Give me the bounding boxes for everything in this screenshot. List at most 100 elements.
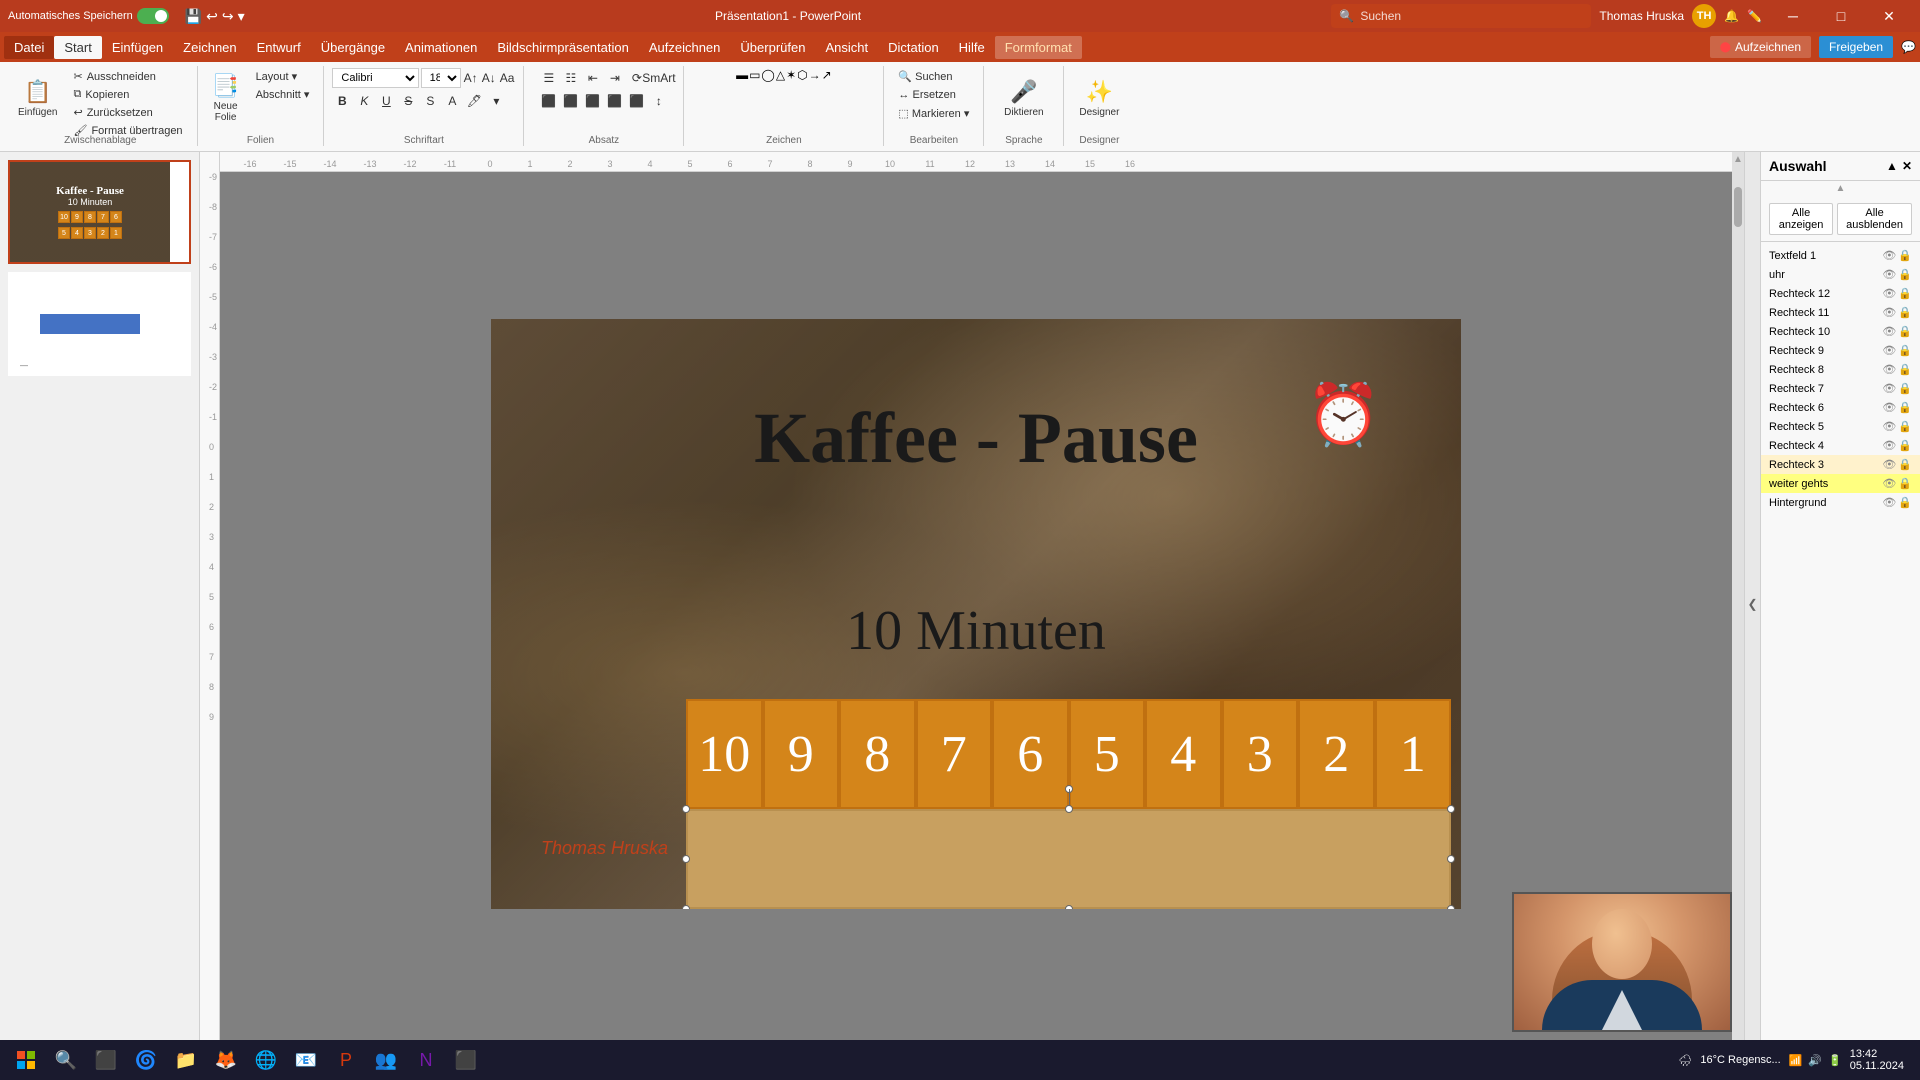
slide-subtitle[interactable]: 10 Minuten	[531, 599, 1421, 663]
visibility-icon-rechteck4[interactable]: 👁	[1882, 439, 1896, 452]
visibility-icon-rechteck5[interactable]: 👁	[1882, 420, 1896, 433]
reset-button[interactable]: ↩ Zurücksetzen	[67, 104, 188, 121]
cut-button[interactable]: ✂ Ausschneiden	[67, 68, 188, 85]
layer-item-rechteck7[interactable]: Rechteck 7 👁 🔒	[1761, 379, 1920, 398]
handle-tl[interactable]	[682, 805, 690, 813]
menu-animationen[interactable]: Animationen	[395, 36, 487, 59]
visibility-icon-rechteck12[interactable]: 👁	[1882, 287, 1896, 300]
shape-icon[interactable]: ⬡	[797, 68, 807, 82]
layer-item-rechteck8[interactable]: Rechteck 8 👁 🔒	[1761, 360, 1920, 379]
align-left-button[interactable]: ⬛	[539, 91, 559, 111]
menu-ueberpruefen[interactable]: Überprüfen	[730, 36, 815, 59]
lock-icon-hintergrund[interactable]: 🔒	[1898, 496, 1912, 509]
lock-icon-rechteck4[interactable]: 🔒	[1898, 439, 1912, 452]
visibility-icon-rechteck7[interactable]: 👁	[1882, 382, 1896, 395]
timer-grid[interactable]: 10 9 8 7 6 5 4 3 2 1	[686, 699, 1451, 909]
menu-dictation[interactable]: Dictation	[878, 36, 949, 59]
shape-icon[interactable]: ▭	[749, 68, 760, 82]
pen-icon[interactable]: ✏️	[1747, 9, 1762, 23]
show-all-button[interactable]: Alle anzeigen	[1769, 203, 1833, 235]
layer-item-rechteck9[interactable]: Rechteck 9 👁 🔒	[1761, 341, 1920, 360]
convert-smartart-button[interactable]: SmArt	[649, 68, 669, 88]
layer-item-rechteck12[interactable]: Rechteck 12 👁 🔒	[1761, 284, 1920, 303]
visibility-icon-rechteck3[interactable]: 👁	[1882, 458, 1896, 471]
line-spacing-button[interactable]: ↕	[649, 91, 669, 111]
scroll-thumb[interactable]	[1734, 187, 1742, 227]
menu-hilfe[interactable]: Hilfe	[949, 36, 995, 59]
strikethrough-button[interactable]: S	[398, 91, 418, 111]
redo-icon[interactable]: ↪	[222, 8, 234, 25]
lock-icon-uhr[interactable]: 🔒	[1898, 268, 1912, 281]
font-size-select[interactable]: 18	[421, 68, 461, 88]
columns-button[interactable]: ⬛	[627, 91, 647, 111]
layer-item-rechteck5[interactable]: Rechteck 5 👁 🔒	[1761, 417, 1920, 436]
layer-item-hintergrund[interactable]: Hintergrund 👁 🔒	[1761, 493, 1920, 512]
slide-thumbnail-1[interactable]: Kaffee - Pause 10 Minuten 10 9 8 7 6 5 4…	[8, 160, 191, 264]
autosave-toggle[interactable]	[137, 8, 169, 24]
minimize-button[interactable]: ─	[1770, 0, 1816, 32]
underline-button[interactable]: U	[376, 91, 396, 111]
teams-button[interactable]: 👥	[368, 1042, 404, 1078]
network-icon[interactable]: 📶	[1789, 1054, 1803, 1067]
maximize-button[interactable]: □	[1818, 0, 1864, 32]
outlook-button[interactable]: 📧	[288, 1042, 324, 1078]
lock-icon-weitergts[interactable]: 🔒	[1898, 477, 1912, 490]
copy-button[interactable]: ⧉ Kopieren	[67, 86, 188, 103]
chrome-button[interactable]: 🌐	[248, 1042, 284, 1078]
aufzeichnen-button[interactable]: ⬤ Aufzeichnen	[1710, 36, 1811, 58]
undo-icon[interactable]: ↩	[206, 8, 218, 25]
timer-cell-7[interactable]: 7	[916, 699, 993, 809]
align-right-button[interactable]: ⬛	[583, 91, 603, 111]
shadow-button[interactable]: S	[420, 91, 440, 111]
visibility-icon-rechteck9[interactable]: 👁	[1882, 344, 1896, 357]
diktieren-button[interactable]: 🎤 Diktieren	[998, 68, 1049, 128]
layer-item-rechteck4[interactable]: Rechteck 4 👁 🔒	[1761, 436, 1920, 455]
comments-icon[interactable]: 💬	[1901, 40, 1916, 54]
lock-icon-rechteck8[interactable]: 🔒	[1898, 363, 1912, 376]
highlight-button[interactable]: 🖊	[464, 91, 484, 111]
powerpoint-button[interactable]: P	[328, 1042, 364, 1078]
menu-bildschirm[interactable]: Bildschirmpräsentation	[487, 36, 639, 59]
edge-button[interactable]: 🌀	[128, 1042, 164, 1078]
slide-title[interactable]: Kaffee - Pause	[531, 399, 1421, 478]
timer-cell-2[interactable]: 2	[1298, 699, 1375, 809]
onenote-button[interactable]: N	[408, 1042, 444, 1078]
search-taskbar-button[interactable]: 🔍	[48, 1042, 84, 1078]
menu-formformat[interactable]: Formformat	[995, 36, 1082, 59]
layer-item-weitergts[interactable]: weiter gehts 👁 🔒	[1761, 474, 1920, 493]
layout-button[interactable]: Layout ▾	[250, 68, 316, 85]
hide-all-button[interactable]: Alle ausblenden	[1837, 203, 1912, 235]
more-options-icon[interactable]: ▾	[238, 8, 245, 25]
font-decrease-button[interactable]: A↓	[481, 68, 497, 88]
slide-thumbnail-2[interactable]: —	[8, 272, 191, 376]
timer-cell-3[interactable]: 3	[1222, 699, 1299, 809]
save-icon[interactable]: 💾	[185, 8, 202, 25]
timer-cell-1[interactable]: 1	[1375, 699, 1452, 809]
panel-scroll-up[interactable]: ▲	[1761, 181, 1920, 197]
timer-cell-4[interactable]: 4	[1145, 699, 1222, 809]
layer-item-rechteck11[interactable]: Rechteck 11 👁 🔒	[1761, 303, 1920, 322]
start-button[interactable]	[8, 1042, 44, 1078]
layer-item-uhr[interactable]: uhr 👁 🔒	[1761, 265, 1920, 284]
menu-entwurf[interactable]: Entwurf	[247, 36, 311, 59]
shape-icon[interactable]: △	[776, 68, 785, 82]
shape-icon[interactable]: ◯	[761, 68, 774, 82]
volume-icon[interactable]: 🔊	[1808, 1054, 1822, 1067]
lock-icon-rechteck5[interactable]: 🔒	[1898, 420, 1912, 433]
lock-icon-textfeld1[interactable]: 🔒	[1898, 249, 1912, 262]
timer-cell-8[interactable]: 8	[839, 699, 916, 809]
font-color-button[interactable]: A	[442, 91, 462, 111]
close-button[interactable]: ✕	[1866, 0, 1912, 32]
lock-icon-rechteck12[interactable]: 🔒	[1898, 287, 1912, 300]
battery-icon[interactable]: 🔋	[1828, 1054, 1842, 1067]
handle-tr[interactable]	[1447, 805, 1455, 813]
more-taskbar-apps[interactable]: ⬛	[448, 1042, 484, 1078]
arrow-icon[interactable]: ↗	[822, 68, 832, 82]
visibility-icon-weitergts[interactable]: 👁	[1882, 477, 1896, 490]
visibility-icon-hintergrund[interactable]: 👁	[1882, 496, 1896, 509]
layer-item-rechteck3[interactable]: Rechteck 3 👁 🔒	[1761, 455, 1920, 474]
layer-item-textfeld1[interactable]: Textfeld 1 👁 🔒	[1761, 246, 1920, 265]
visibility-icon-rechteck8[interactable]: 👁	[1882, 363, 1896, 376]
collapse-panel-button[interactable]: ❮	[1744, 152, 1760, 1056]
bold-button[interactable]: B	[332, 91, 352, 111]
